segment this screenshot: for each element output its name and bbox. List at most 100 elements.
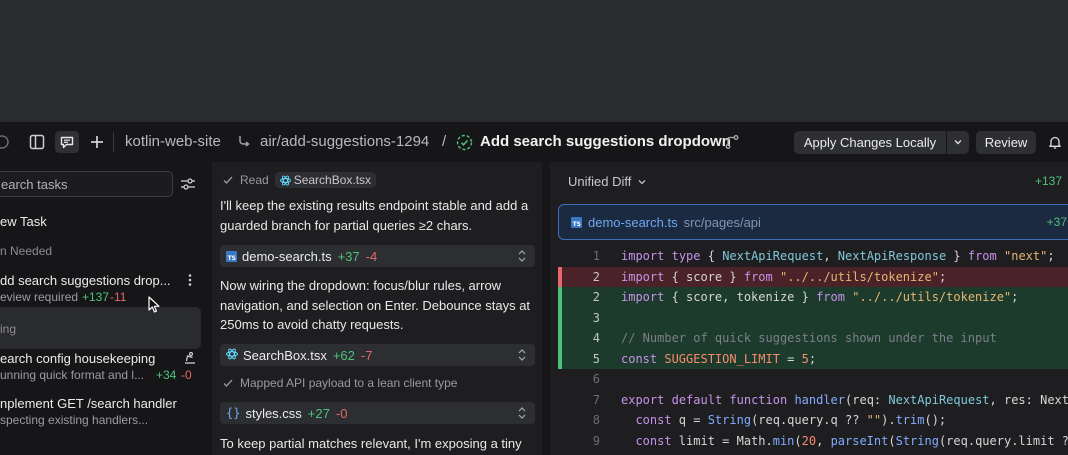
diff-mode-dropdown[interactable]: Unified Diff (568, 174, 647, 189)
plus-icon[interactable] (88, 133, 106, 151)
file-change-card[interactable]: TS demo-search.ts +37 -4 (220, 245, 535, 267)
code-text: import { score, tokenize } from "../../u… (621, 290, 1019, 304)
bell-icon[interactable] (1047, 134, 1063, 150)
diff-line-added: 4 // Number of quick suggestions shown un… (558, 328, 1068, 349)
agent-working-icon (182, 350, 198, 366)
expand-icon (517, 348, 527, 365)
message-paragraph: To keep partial matches relevant, I'm ex… (220, 436, 522, 451)
task-additions: +137 (82, 290, 110, 304)
task-status: unning quick format and l... (0, 368, 145, 382)
chevron-down-icon (953, 135, 963, 150)
review-label: Review (984, 135, 1028, 150)
code-text: import type { NextApiRequest, NextApiRes… (621, 249, 1055, 263)
new-task-link[interactable]: ew Task (0, 214, 47, 229)
line-number: 4 (592, 331, 600, 345)
search-box[interactable] (0, 171, 173, 197)
chat-panel: Read SearchBox.tsx I'll keep the existin… (212, 162, 542, 455)
file-deletions: -4 (365, 248, 378, 264)
file-name: SearchBox.tsx (243, 347, 327, 363)
section-working-header: ing (0, 322, 17, 336)
diff-file-path: src/pages/api (683, 214, 761, 230)
task-title[interactable]: earch config housekeeping (0, 351, 155, 366)
line-number: 7 (592, 392, 600, 407)
breadcrumb-separator: / (442, 133, 447, 150)
diff-line: 8 const q = String(req.query.q ?? "").tr… (558, 410, 1068, 431)
code-text: export default function handler(req: Nex… (621, 392, 1068, 407)
task-deletions: -11 (110, 290, 127, 304)
chevron-down-icon (638, 179, 646, 184)
apply-changes-label: Apply Changes Locally (803, 135, 937, 150)
line-number: 2 (592, 269, 600, 284)
read-file-chip[interactable]: SearchBox.tsx (274, 172, 377, 188)
file-name: demo-search.ts (242, 248, 332, 264)
apply-options-dropdown[interactable] (947, 131, 969, 154)
diff-mode-label: Unified Diff (568, 174, 632, 189)
code-text: // Number of quick suggestions shown und… (621, 331, 997, 345)
diff-line-added: 2 import { score, tokenize } from "../../… (558, 287, 1068, 308)
sidebar-toggle-icon[interactable] (28, 133, 46, 151)
line-number: 1 (592, 249, 600, 263)
file-additions: +27 (307, 405, 330, 421)
file-deletions: -0 (335, 405, 348, 421)
react-icon (226, 348, 238, 363)
typescript-icon: TS (226, 250, 237, 262)
code-text: import { score } from "../../utils/token… (621, 269, 947, 284)
read-label: Read (240, 173, 269, 187)
review-button[interactable]: Review (976, 131, 1036, 154)
line-number: 5 (592, 351, 600, 366)
step-label: Mapped API payload to a lean client type (240, 376, 458, 390)
file-additions: +37 (337, 248, 360, 264)
diff-file-header[interactable]: TS demo-search.ts src/pages/api +37 (558, 204, 1068, 240)
line-number: 2 (592, 290, 600, 304)
task-item-active[interactable] (0, 307, 201, 349)
diff-line: 9 const limit = Math.min(20, parseInt(St… (558, 431, 1068, 452)
diff-line-removed: 2 import { score } from "../../utils/toke… (558, 266, 1068, 287)
file-name: styles.css (245, 405, 302, 421)
diff-line-added: 3 (558, 307, 1068, 328)
read-file-name: SearchBox.tsx (293, 173, 372, 187)
repo-name[interactable]: kotlin-web-site (125, 133, 221, 150)
check-icon (223, 176, 233, 184)
diff-line-added: 5 const SUGGESTION_LIMIT = 5; (558, 348, 1068, 369)
task-title[interactable]: nplement GET /search handler (0, 396, 177, 411)
status-check-icon (456, 134, 473, 151)
diff-total-additions: +137 (1034, 174, 1062, 188)
task-title: dd search suggestions drop... (0, 273, 171, 288)
more-options-icon[interactable] (185, 272, 195, 288)
typescript-icon: TS (571, 216, 582, 228)
line-number: 9 (592, 433, 600, 448)
check-icon (223, 379, 233, 387)
chat-icon[interactable] (55, 131, 79, 153)
branch-name[interactable]: air/add-suggestions-1294 (260, 133, 429, 150)
read-step: Read SearchBox.tsx (222, 172, 377, 188)
diff-line: 1 import type { NextApiRequest, NextApiRe… (558, 246, 1068, 267)
expand-icon (517, 249, 527, 266)
mouse-cursor-icon (147, 296, 161, 314)
code-text: const SUGGESTION_LIMIT = 5; (621, 351, 817, 366)
apply-changes-button[interactable]: Apply Changes Locally (794, 131, 946, 154)
git-compare-icon[interactable] (724, 134, 740, 150)
react-icon (279, 175, 291, 185)
section-needed-header: n Needed (0, 244, 53, 258)
diff-line: 7 export default function handler(req: Ne… (558, 390, 1068, 411)
search-input[interactable] (0, 172, 172, 196)
file-change-card[interactable]: SearchBox.tsx +62 -7 (220, 344, 535, 366)
line-number: 6 (592, 372, 600, 386)
mapped-step: Mapped API payload to a lean client type (222, 376, 457, 390)
task-additions: +34 (156, 368, 177, 382)
message-paragraph: Now wiring the dropdown: focus/blur rule… (220, 278, 531, 332)
divider (113, 132, 114, 152)
code-text: const limit = Math.min(20, parseInt(Stri… (635, 433, 1068, 448)
branch-icon (236, 134, 252, 150)
file-deletions: -7 (360, 347, 373, 363)
expand-icon (517, 406, 527, 423)
filter-icon[interactable] (179, 176, 197, 192)
css-braces-icon: {} (226, 406, 241, 420)
diff-line: 6 (558, 369, 1068, 390)
file-additions: +62 (332, 347, 355, 363)
circle-icon[interactable] (0, 134, 10, 150)
task-title: Add search suggestions dropdown (480, 133, 731, 150)
file-change-card[interactable]: {} styles.css +27 -0 (220, 402, 535, 424)
line-number: 3 (592, 310, 600, 325)
task-status: eview required (0, 290, 79, 304)
